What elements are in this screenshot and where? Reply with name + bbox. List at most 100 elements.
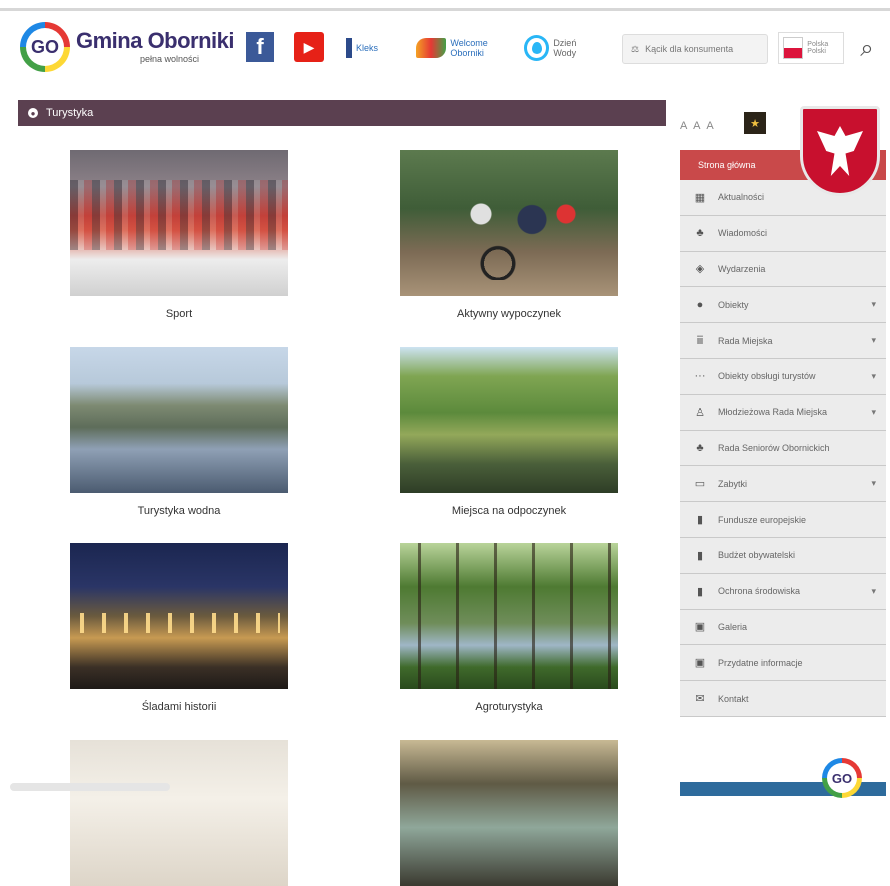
gallery-icon: ▣ bbox=[694, 621, 706, 634]
tile-active-leisure[interactable]: Aktywny wypoczynek bbox=[400, 150, 618, 320]
people-icon: ♣ bbox=[696, 227, 704, 240]
menu-item-label: Wydarzenia bbox=[718, 263, 766, 274]
consumer-corner-button[interactable]: ⚖ Kącik dla konsumenta bbox=[622, 34, 768, 64]
menu-item[interactable]: ··· Obiekty obsługi turystów ▾ bbox=[680, 358, 886, 395]
tile-caption[interactable]: Śladami historii bbox=[70, 701, 288, 713]
menu-item[interactable]: ▮ Ochrona środowiska ▾ bbox=[680, 573, 886, 610]
tile-sport[interactable]: Sport bbox=[70, 150, 288, 320]
top-border bbox=[0, 8, 890, 11]
menu-item-label: Rada Seniorów Obornickich bbox=[718, 442, 830, 453]
menu-item-label: Zabytki bbox=[718, 478, 748, 489]
gallery-icon: ▣ bbox=[694, 657, 706, 670]
site-header: GO Gmina Oborniki pełna wolności f ▶ Kle… bbox=[0, 12, 890, 84]
menu-item[interactable]: ▮ Budżet obywatelski bbox=[680, 537, 886, 574]
font-size-controls[interactable]: A A A bbox=[680, 120, 716, 132]
menu-item-label: Obiekty bbox=[718, 299, 749, 310]
section-icon: ● bbox=[28, 108, 38, 118]
kleks-label: Kleks bbox=[356, 43, 379, 53]
polish-flag-icon bbox=[783, 37, 804, 59]
tile-image[interactable] bbox=[400, 150, 618, 296]
go-logo-icon[interactable]: GO bbox=[20, 22, 70, 72]
water-label: Dzień Wody bbox=[553, 38, 577, 58]
tile-image[interactable] bbox=[400, 740, 618, 886]
tile-caption[interactable]: Sport bbox=[70, 308, 288, 320]
site-title[interactable]: Gmina Oborniki bbox=[76, 28, 235, 54]
menu-item-label: Młodzieżowa Rada Miejska bbox=[718, 407, 828, 418]
menu-item[interactable]: ● Obiekty ▾ bbox=[680, 287, 886, 324]
promo-badge-text: GO bbox=[827, 763, 857, 793]
menu-item-label: Budżet obywatelski bbox=[718, 550, 796, 561]
tile-image[interactable] bbox=[70, 543, 288, 689]
site-tagline: pełna wolności bbox=[140, 54, 200, 64]
menu-item[interactable]: ⅲ Rada Miejska ▾ bbox=[680, 323, 886, 359]
tile-caption[interactable]: Agroturystyka bbox=[400, 701, 618, 713]
kleks-icon bbox=[346, 38, 352, 58]
tile-rest-places[interactable]: Miejsca na odpoczynek bbox=[400, 347, 618, 517]
tile-image[interactable] bbox=[400, 347, 618, 493]
tile-partial-1[interactable] bbox=[70, 740, 288, 886]
menu-item[interactable]: ▭ Zabytki ▾ bbox=[680, 466, 886, 503]
menu-item[interactable]: ✉ Kontakt bbox=[680, 681, 886, 717]
chevron-down-icon[interactable]: ▾ bbox=[871, 478, 876, 489]
tile-caption[interactable]: Turystyka wodna bbox=[70, 505, 288, 517]
calendar-icon: ▦ bbox=[694, 191, 706, 204]
globe-icon: ● bbox=[696, 298, 704, 311]
tile-water-tourism[interactable]: Turystyka wodna bbox=[70, 347, 288, 517]
group-icon: ♣ bbox=[696, 441, 704, 454]
menu-item-label: Fundusze europejskie bbox=[718, 514, 807, 525]
menu-item[interactable]: ♣ Wiadomości bbox=[680, 215, 886, 252]
scale-icon: ⚖ bbox=[631, 43, 640, 54]
tile-agrotourism[interactable]: Agroturystyka bbox=[400, 543, 618, 713]
menu-item-label: Obiekty obsługi turystów bbox=[718, 371, 816, 382]
contact-icon: ✉ bbox=[695, 693, 705, 706]
menu-item[interactable]: ▣ Galeria bbox=[680, 609, 886, 646]
section-title: Turystyka bbox=[46, 107, 94, 119]
chevron-down-icon[interactable]: ▾ bbox=[871, 299, 876, 310]
search-icon[interactable]: ⌕ bbox=[852, 34, 882, 64]
promo-go-logo-icon[interactable]: GO bbox=[822, 758, 862, 798]
language-switch[interactable]: Polska Polski bbox=[778, 32, 844, 64]
ticket-icon: ◈ bbox=[695, 263, 705, 276]
car-icon: ▭ bbox=[694, 478, 706, 491]
menu-item-label: Kontakt bbox=[718, 693, 749, 704]
chevron-down-icon[interactable]: ▾ bbox=[871, 407, 876, 418]
document-icon: ▮ bbox=[696, 514, 704, 527]
coat-of-arms-icon bbox=[800, 106, 880, 196]
person-icon: ♙ bbox=[695, 406, 705, 419]
kleks-link[interactable]: Kleks bbox=[346, 34, 406, 62]
chevron-down-icon[interactable]: ▾ bbox=[871, 371, 876, 382]
horizontal-scrollbar[interactable] bbox=[10, 783, 170, 791]
menu-item[interactable]: ▮ Fundusze europejskie bbox=[680, 502, 886, 538]
eagle-icon bbox=[817, 126, 863, 176]
section-header: ● Turystyka bbox=[18, 100, 666, 126]
menu-item-label: Rada Miejska bbox=[718, 335, 773, 346]
menu-item[interactable]: ▣ Przydatne informacje bbox=[680, 645, 886, 682]
tile-image[interactable] bbox=[70, 150, 288, 296]
menu-item-label: Galeria bbox=[718, 621, 748, 632]
menu-item[interactable]: ♙ Młodzieżowa Rada Miejska ▾ bbox=[680, 394, 886, 431]
chevron-down-icon[interactable]: ▾ bbox=[871, 335, 876, 346]
facebook-icon[interactable]: f bbox=[246, 32, 274, 62]
welcome-label: Welcome Oborniki bbox=[450, 38, 488, 58]
welcome-icon bbox=[416, 38, 447, 58]
chevron-down-icon[interactable]: ▾ bbox=[871, 586, 876, 597]
tile-caption[interactable]: Miejsca na odpoczynek bbox=[400, 505, 618, 517]
language-label: Polska Polski bbox=[807, 41, 829, 55]
water-link[interactable]: Dzień Wody bbox=[524, 34, 600, 62]
tile-history-trail[interactable]: Śladami historii bbox=[70, 543, 288, 713]
youtube-icon[interactable]: ▶ bbox=[294, 32, 324, 62]
menu-item[interactable]: ♣ Rada Seniorów Obornickich bbox=[680, 430, 886, 467]
tile-partial-2[interactable] bbox=[400, 740, 618, 886]
water-drop-icon bbox=[524, 35, 550, 61]
logo-badge-text: GO bbox=[26, 28, 64, 66]
tile-caption[interactable]: Aktywny wypoczynek bbox=[400, 308, 618, 320]
tile-image[interactable] bbox=[70, 740, 288, 886]
welcome-link[interactable]: Welcome Oborniki bbox=[416, 34, 516, 62]
tile-image[interactable] bbox=[400, 543, 618, 689]
info-icon: ··· bbox=[694, 370, 706, 383]
tile-image[interactable] bbox=[70, 347, 288, 493]
menu-item[interactable]: ◈ Wydarzenia bbox=[680, 251, 886, 288]
document-icon: ▮ bbox=[696, 585, 704, 598]
document-icon: ▮ bbox=[696, 549, 704, 562]
contrast-toggle-icon[interactable]: ★ bbox=[744, 112, 766, 134]
